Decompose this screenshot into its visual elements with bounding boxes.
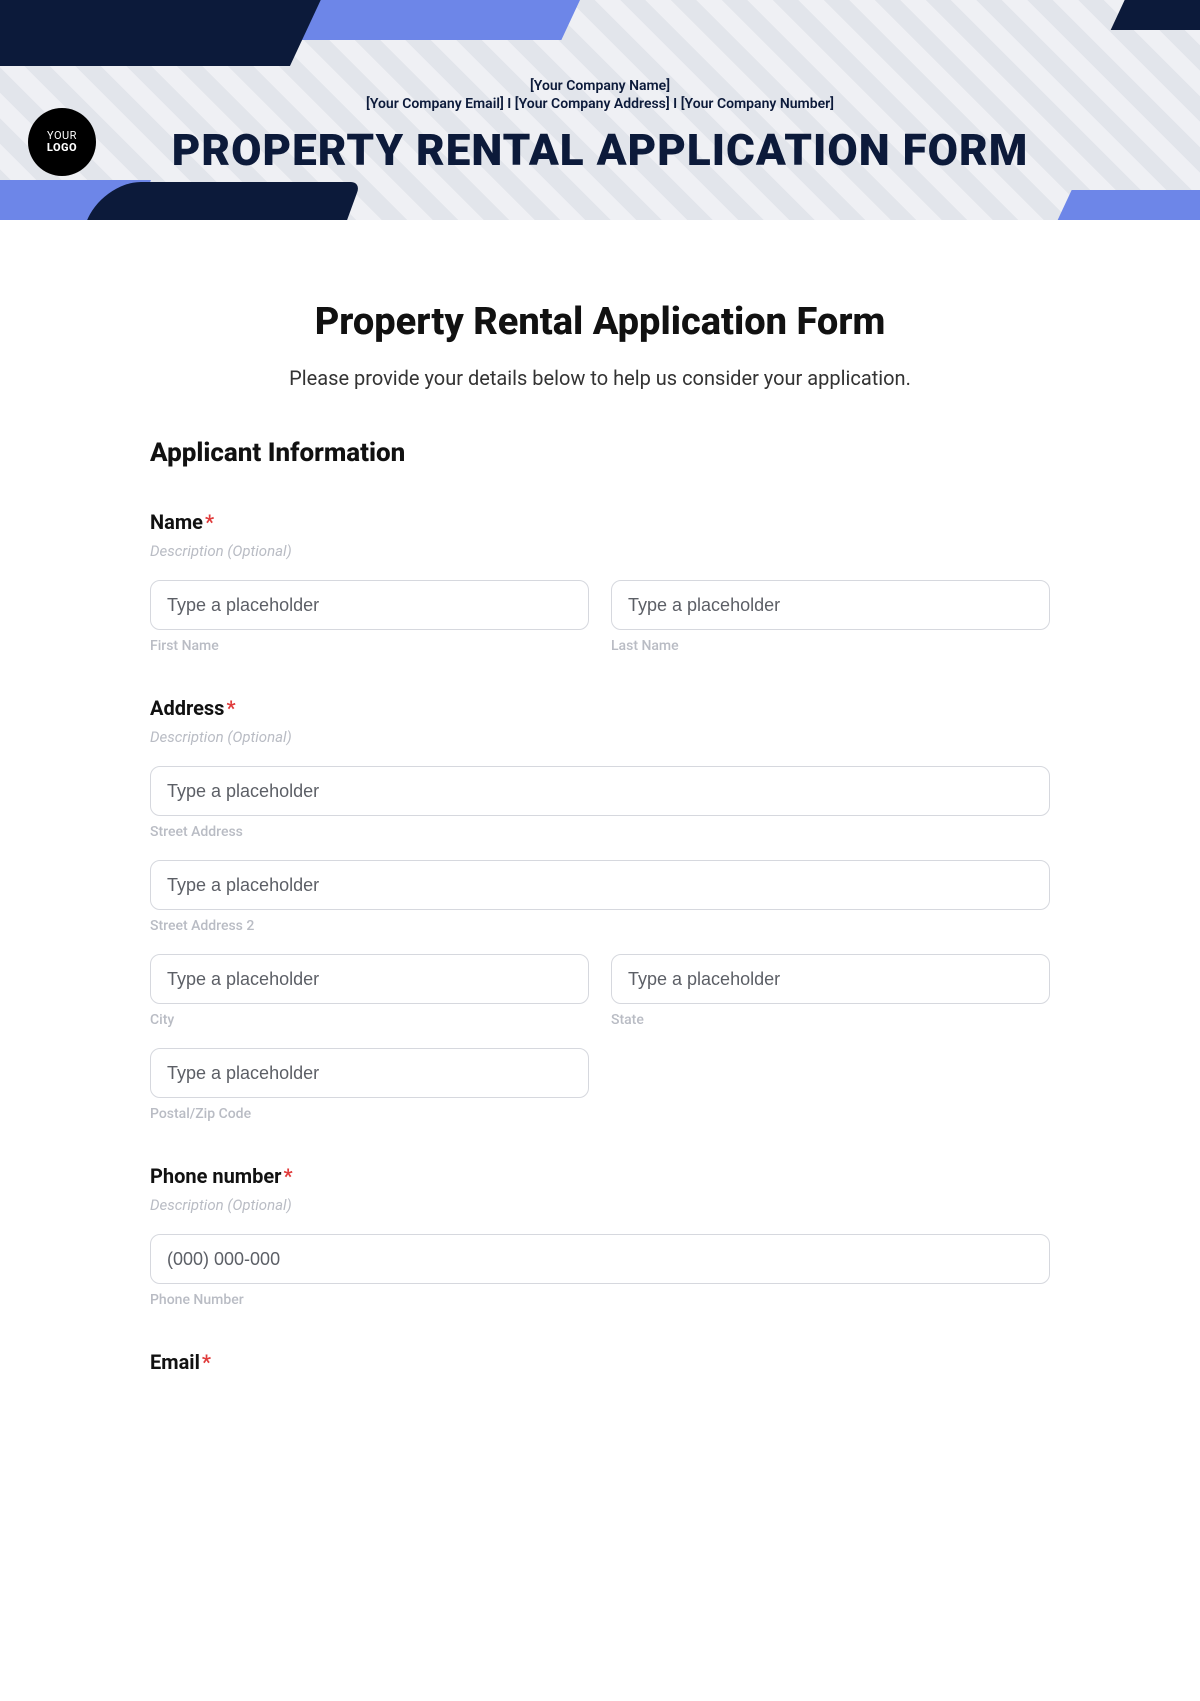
company-name: [Your Company Name]	[0, 78, 1200, 94]
required-asterisk: *	[205, 510, 214, 534]
label-address: Address*	[150, 696, 1050, 720]
sublabel-city: City	[150, 1012, 589, 1028]
required-asterisk: *	[226, 696, 235, 720]
desc-phone: Description (Optional)	[150, 1196, 1050, 1214]
page-title: Property Rental Application Form	[150, 300, 1050, 344]
required-asterisk: *	[283, 1164, 292, 1188]
input-street-address-2[interactable]	[150, 860, 1050, 910]
banner-text-block: [Your Company Name] [Your Company Email]…	[0, 78, 1200, 176]
sublabel-street: Street Address	[150, 824, 1050, 840]
label-address-text: Address	[150, 696, 224, 720]
header-banner: YOUR LOGO [Your Company Name] [Your Comp…	[0, 0, 1200, 220]
sublabel-first-name: First Name	[150, 638, 589, 654]
sublabel-street2: Street Address 2	[150, 918, 1050, 934]
company-contact-line: [Your Company Email] I [Your Company Add…	[0, 96, 1200, 112]
label-email: Email*	[150, 1350, 1050, 1374]
input-phone[interactable]	[150, 1234, 1050, 1284]
field-phone: Phone number* Description (Optional) Pho…	[150, 1164, 1050, 1308]
input-last-name[interactable]	[611, 580, 1050, 630]
page-subtitle: Please provide your details below to hel…	[150, 366, 1050, 390]
decor-shape	[79, 182, 361, 220]
sublabel-state: State	[611, 1012, 1050, 1028]
form-container: Property Rental Application Form Please …	[150, 220, 1050, 1414]
label-name: Name*	[150, 510, 1050, 534]
input-first-name[interactable]	[150, 580, 589, 630]
desc-name: Description (Optional)	[150, 542, 1050, 560]
decor-shape	[1048, 190, 1200, 220]
label-phone: Phone number*	[150, 1164, 1050, 1188]
label-email-text: Email	[150, 1350, 200, 1374]
input-street-address[interactable]	[150, 766, 1050, 816]
decor-shape	[0, 0, 330, 66]
decor-shape	[1111, 0, 1200, 30]
field-address: Address* Description (Optional) Street A…	[150, 696, 1050, 1122]
label-phone-text: Phone number	[150, 1164, 281, 1188]
desc-address: Description (Optional)	[150, 728, 1050, 746]
field-name: Name* Description (Optional) First Name …	[150, 510, 1050, 654]
input-postal-code[interactable]	[150, 1048, 589, 1098]
label-name-text: Name	[150, 510, 203, 534]
sublabel-last-name: Last Name	[611, 638, 1050, 654]
input-city[interactable]	[150, 954, 589, 1004]
input-state[interactable]	[611, 954, 1050, 1004]
sublabel-phone: Phone Number	[150, 1292, 1050, 1308]
field-email: Email*	[150, 1350, 1050, 1374]
banner-title: PROPERTY RENTAL APPLICATION FORM	[0, 124, 1200, 176]
sublabel-postal: Postal/Zip Code	[150, 1106, 589, 1122]
required-asterisk: *	[202, 1350, 211, 1374]
section-applicant-info: Applicant Information	[150, 438, 1050, 468]
